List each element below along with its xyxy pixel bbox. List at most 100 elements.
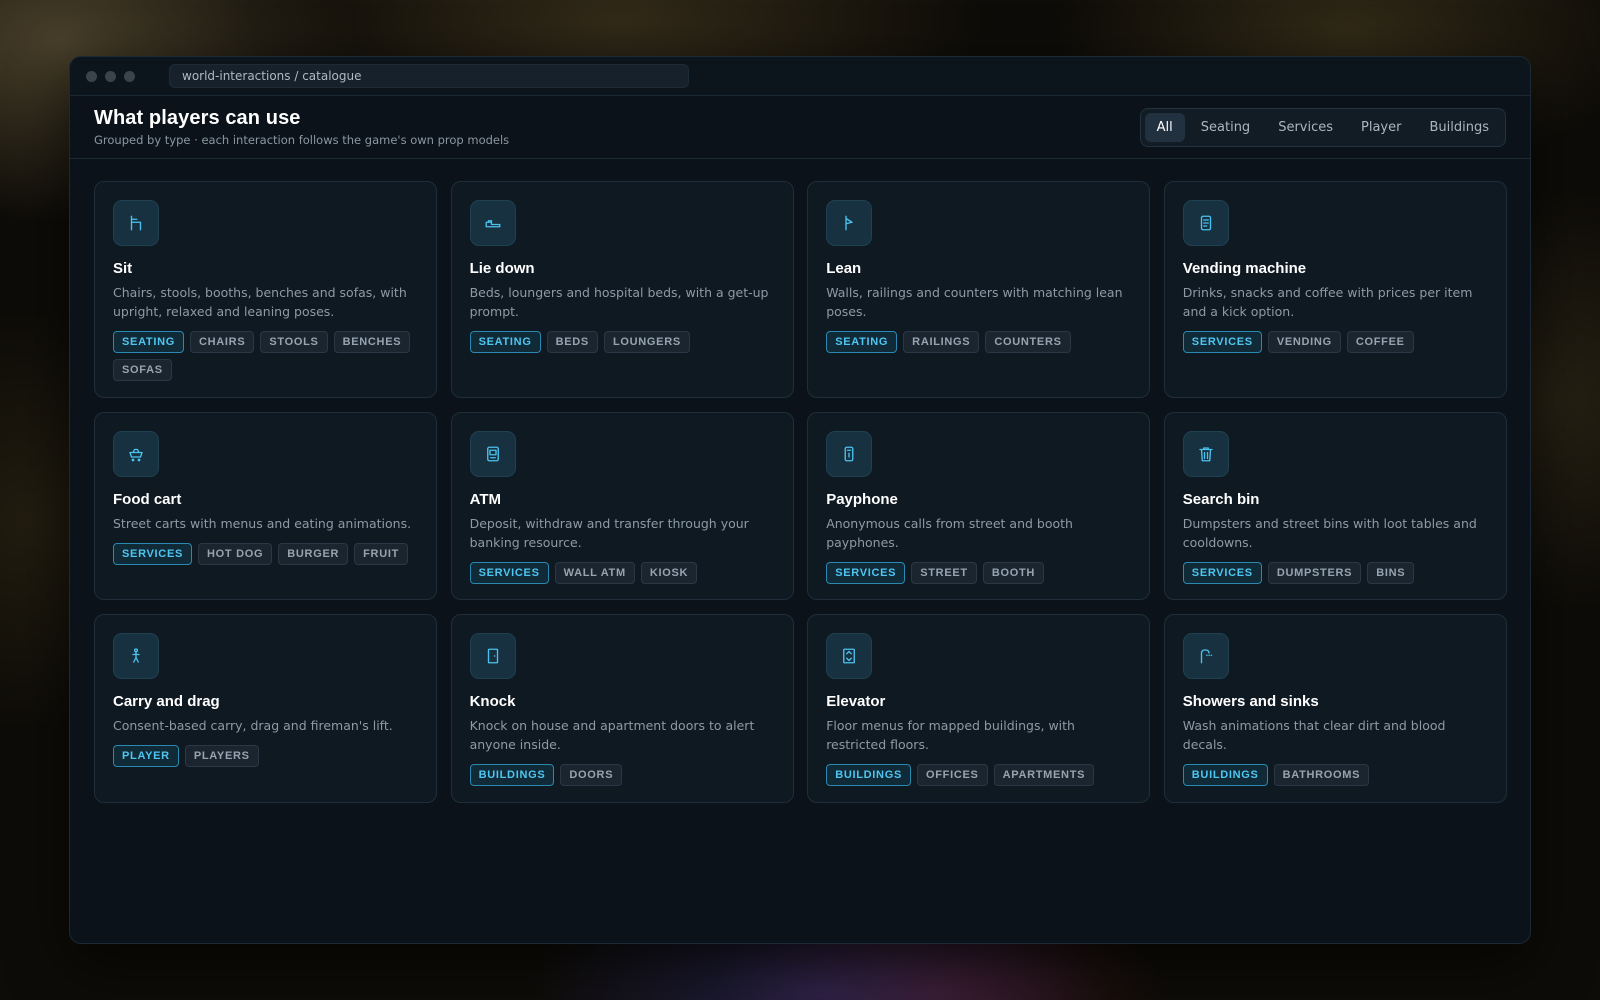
elevator-icon	[826, 633, 873, 679]
card-description: Anonymous calls from street and booth pa…	[826, 516, 1073, 550]
card-title: Elevator	[826, 693, 886, 710]
card-title: Food cart	[113, 491, 182, 508]
tag[interactable]: DUMPSTERS	[1267, 562, 1362, 584]
person-carry-icon	[113, 633, 159, 679]
interaction-card[interactable]: Payphone Anonymous calls from street and …	[807, 412, 1151, 600]
interaction-card[interactable]: Lie down Beds, loungers and hospital beds…	[450, 181, 794, 398]
tag[interactable]: KIOSK	[640, 562, 698, 584]
atm-icon	[469, 431, 516, 477]
minimize-window-button[interactable]	[105, 70, 116, 82]
tag-list: BUILDINGS OFFICES APARTMENTS	[826, 764, 1131, 786]
interaction-card[interactable]: Elevator Floor menus for mapped buildings…	[807, 614, 1151, 803]
card-title: Vending machine	[1182, 260, 1307, 277]
page-header: What players can use Grouped by type · e…	[70, 96, 1530, 159]
tag-list: SERVICES DUMPSTERS BINS	[1182, 562, 1488, 584]
category-tag[interactable]: PLAYER	[113, 745, 179, 767]
interaction-card[interactable]: Search bin Dumpsters and street bins with…	[1163, 412, 1507, 600]
tag[interactable]: COFFEE	[1346, 331, 1414, 353]
chair-icon	[113, 200, 159, 246]
tag[interactable]: VENDING	[1267, 331, 1341, 353]
trash-bin-icon	[1182, 431, 1229, 477]
tag[interactable]: COUNTERS	[985, 331, 1071, 353]
filter-tabs: All Seating Services Player Buildings	[1139, 107, 1506, 147]
address-bar[interactable]: world-interactions / catalogue	[169, 64, 689, 88]
interaction-card[interactable]: Carry and drag Consent-based carry, drag …	[94, 614, 437, 803]
card-description: Consent-based carry, drag and fireman's …	[113, 718, 393, 733]
interaction-card[interactable]: ATM Deposit, withdraw and transfer throug…	[450, 412, 794, 600]
tag[interactable]: SOFAS	[113, 359, 172, 381]
tag[interactable]: RAILINGS	[903, 331, 980, 353]
title-bar: world-interactions / catalogue	[70, 57, 1530, 96]
interaction-card[interactable]: Food cart Street carts with menus and eat…	[94, 412, 437, 600]
tag[interactable]: FRUIT	[354, 543, 409, 565]
tag[interactable]: BINS	[1367, 562, 1415, 584]
category-tag[interactable]: BUILDINGS	[826, 764, 911, 786]
tag[interactable]: HOT DOG	[198, 543, 273, 565]
interaction-grid: Sit Chairs, stools, booths, benches and s…	[94, 181, 1507, 803]
filter-tab-all[interactable]: All	[1144, 112, 1185, 142]
food-cart-icon	[113, 431, 159, 477]
category-tag[interactable]: BUILDINGS	[469, 764, 555, 786]
category-tag[interactable]: SERVICES	[1182, 562, 1262, 584]
category-tag[interactable]: SERVICES	[113, 543, 193, 565]
filter-tab-buildings[interactable]: Buildings	[1417, 113, 1501, 142]
tag[interactable]: STOOLS	[260, 331, 328, 353]
app-window: world-interactions / catalogue What play…	[69, 56, 1531, 944]
card-title: Carry and drag	[113, 693, 220, 710]
category-tag[interactable]: BUILDINGS	[1182, 764, 1268, 786]
tag[interactable]: APARTMENTS	[993, 764, 1095, 786]
card-description: Dumpsters and street bins with loot tabl…	[1182, 516, 1477, 550]
tag-list: SERVICES STREET BOOTH	[826, 562, 1131, 584]
card-title: Lie down	[469, 260, 535, 277]
category-tag[interactable]: SERVICES	[469, 562, 549, 584]
category-tag[interactable]: SEATING	[826, 331, 898, 353]
filter-tab-seating[interactable]: Seating	[1189, 113, 1262, 142]
category-tag[interactable]: SEATING	[469, 331, 541, 353]
lean-icon	[826, 200, 873, 246]
filter-tab-player[interactable]: Player	[1349, 113, 1413, 142]
tag[interactable]: PLAYERS	[184, 745, 259, 767]
interaction-card[interactable]: Lean Walls, railings and counters with ma…	[807, 181, 1151, 398]
interaction-card[interactable]: Vending machine Drinks, snacks and coffee…	[1163, 181, 1507, 398]
tag[interactable]: WALL ATM	[554, 562, 635, 584]
bed-icon	[469, 200, 516, 246]
tag[interactable]: BEDS	[546, 331, 598, 353]
card-description: Deposit, withdraw and transfer through y…	[469, 516, 749, 550]
tag[interactable]: STREET	[911, 562, 977, 584]
category-tag[interactable]: SERVICES	[826, 562, 906, 584]
tag-list: SERVICES VENDING COFFEE	[1182, 331, 1488, 353]
tag[interactable]: BENCHES	[333, 331, 411, 353]
tag[interactable]: BOOTH	[982, 562, 1045, 584]
shower-icon	[1182, 633, 1229, 679]
interaction-card[interactable]: Knock Knock on house and apartment doors …	[450, 614, 794, 803]
close-window-button[interactable]	[86, 70, 97, 82]
card-description: Beds, loungers and hospital beds, with a…	[469, 285, 769, 319]
tag[interactable]: LOUNGERS	[603, 331, 690, 353]
interaction-card[interactable]: Sit Chairs, stools, booths, benches and s…	[94, 181, 437, 398]
card-title: Sit	[113, 260, 133, 277]
filter-tab-services[interactable]: Services	[1266, 113, 1345, 142]
tag[interactable]: BATHROOMS	[1273, 764, 1370, 786]
tag-list: SEATING RAILINGS COUNTERS	[826, 331, 1131, 353]
page-subtitle: Grouped by type · each interaction follo…	[94, 133, 510, 147]
tag[interactable]: DOORS	[560, 764, 623, 786]
tag-list: PLAYER PLAYERS	[113, 745, 418, 767]
tag-list: SEATING CHAIRS STOOLS BENCHES SOFAS	[113, 331, 418, 381]
category-tag[interactable]: SEATING	[113, 331, 184, 353]
maximize-window-button[interactable]	[124, 70, 135, 82]
tag[interactable]: CHAIRS	[189, 331, 255, 353]
card-description: Chairs, stools, booths, benches and sofa…	[113, 285, 407, 319]
card-title: ATM	[469, 491, 501, 508]
interaction-card[interactable]: Showers and sinks Wash animations that cl…	[1163, 614, 1507, 803]
tag[interactable]: BURGER	[278, 543, 349, 565]
card-title: Payphone	[826, 491, 898, 508]
tag-list: SERVICES WALL ATM KIOSK	[469, 562, 775, 584]
card-description: Floor menus for mapped buildings, with r…	[826, 718, 1075, 752]
category-tag[interactable]: SERVICES	[1182, 331, 1262, 353]
door-icon	[469, 633, 516, 679]
tag-list: BUILDINGS DOORS	[469, 764, 775, 786]
tag-list: BUILDINGS BATHROOMS	[1182, 764, 1488, 786]
tag[interactable]: OFFICES	[917, 764, 988, 786]
window-controls	[86, 70, 135, 82]
card-description: Drinks, snacks and coffee with prices pe…	[1182, 285, 1473, 319]
